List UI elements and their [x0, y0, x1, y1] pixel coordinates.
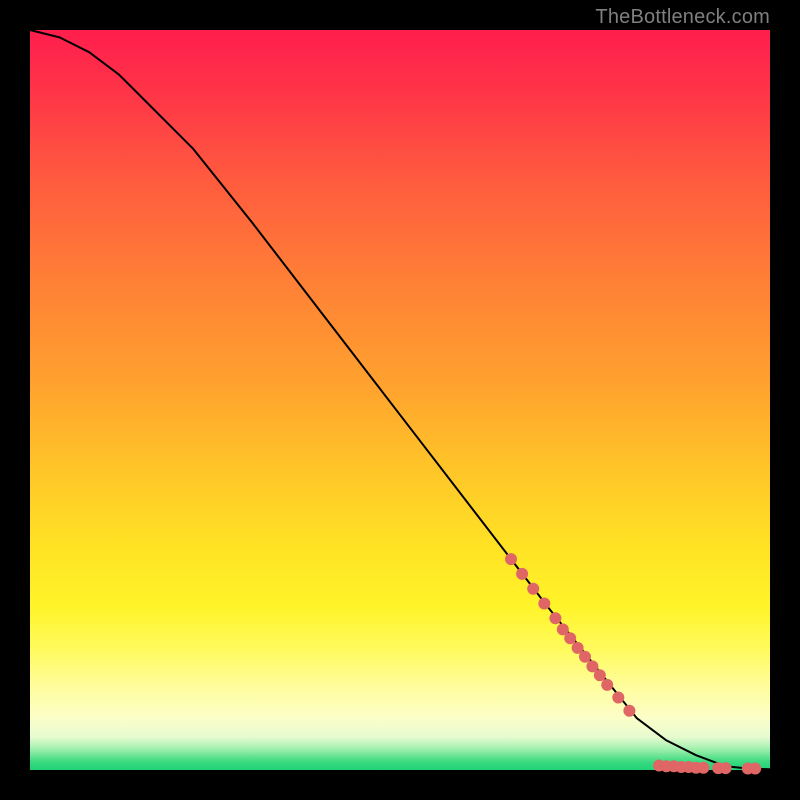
curve-line [30, 30, 770, 769]
chart-overlay [30, 30, 770, 770]
data-marker [601, 679, 613, 691]
data-marker [549, 612, 561, 624]
data-marker [594, 669, 606, 681]
chart-canvas: TheBottleneck.com [0, 0, 800, 800]
data-marker [623, 705, 635, 717]
data-marker [697, 762, 709, 774]
watermark-text: TheBottleneck.com [595, 6, 770, 29]
data-marker [720, 762, 732, 774]
data-marker [564, 632, 576, 644]
data-marker [612, 691, 624, 703]
data-marker [538, 598, 550, 610]
data-marker [749, 763, 761, 775]
data-marker [579, 651, 591, 663]
data-marker [505, 553, 517, 565]
marker-group [505, 553, 761, 774]
data-marker [527, 583, 539, 595]
data-marker [516, 568, 528, 580]
